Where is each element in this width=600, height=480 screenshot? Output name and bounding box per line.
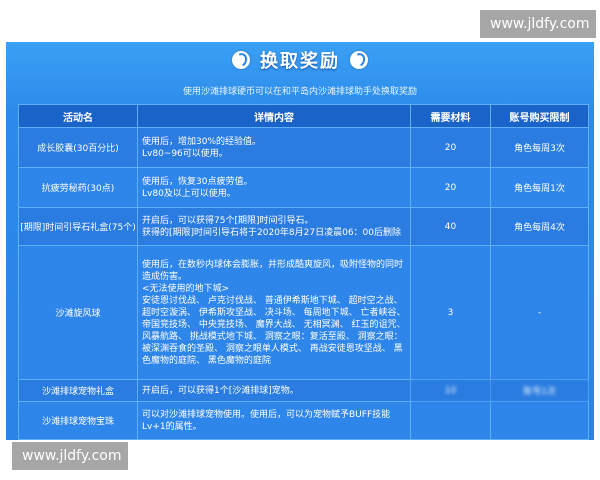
header-activity-name: 活动名: [18, 104, 138, 128]
row-limit: 账号1次: [490, 379, 589, 402]
title-row: 换取奖励: [6, 42, 594, 78]
row-name: 沙滩排球宠物礼盒: [18, 379, 138, 402]
exchange-reward-panel: 换取奖励 使用沙滩排球硬币可以在和平岛内沙滩排球助手处换取奖励 活动名 详情内容…: [6, 42, 594, 440]
row-limit: 角色每周3次: [490, 127, 589, 168]
row-limit: 角色每周1次: [490, 167, 589, 208]
page-title: 换取奖励: [260, 51, 340, 72]
table-row: 沙滩排球宠物礼盒 开启后，可以获得1个[沙滩排球]宠物。 10 账号1次: [18, 379, 589, 402]
table-row: 沙滩旋风球 使用后，在数秒内球体会膨胀，并形成酷爽旋风，吸附怪物的同时 造成伤害…: [18, 245, 589, 380]
table-row: 抗疲劳秘药(30点) 使用后，恢复30点疲劳值。 Lv80及以上可以使用。 20…: [18, 167, 589, 208]
reward-table: 活动名 详情内容 需要材料 账号购买限制 成长胶囊(30百分比) 使用后，增加3…: [18, 104, 589, 440]
header-limit: 账号购买限制: [490, 104, 589, 128]
watermark-bottom: www.jldfy.com: [12, 442, 128, 470]
subtitle: 使用沙滩排球硬币可以在和平岛内沙滩排球助手处换取奖励: [182, 87, 417, 97]
row-material: 10: [410, 379, 491, 402]
table-row: 沙滩排球宠物宝珠 可以对沙滩排球宠物使用。使用后，可以为宠物赋予BUFF技能 L…: [18, 401, 589, 440]
row-details: 开启后，可以获得1个[沙滩排球]宠物。: [137, 379, 411, 402]
row-material: [410, 401, 491, 440]
volleyball-icon: [350, 51, 368, 69]
row-details: 使用后，恢复30点疲劳值。 Lv80及以上可以使用。: [137, 167, 411, 208]
row-details: 使用后，在数秒内球体会膨胀，并形成酷爽旋风，吸附怪物的同时 造成伤害。 <无法使…: [137, 245, 411, 380]
table-row: [期限]时间引导石礼盒(75个) 开启后，可以获得75个[期限]时间引导石。 获…: [18, 207, 589, 246]
row-material: 20: [410, 127, 491, 168]
row-material: 3: [410, 245, 491, 380]
row-limit: 角色每周4次: [490, 207, 589, 246]
table-row: 成长胶囊(30百分比) 使用后，增加30%的经验值。 Lv80~96可以使用。 …: [18, 127, 589, 168]
row-material: 20: [410, 167, 491, 208]
header-material: 需要材料: [410, 104, 491, 128]
row-name: [期限]时间引导石礼盒(75个): [18, 207, 138, 246]
row-details: 使用后，增加30%的经验值。 Lv80~96可以使用。: [137, 127, 411, 168]
header-details: 详情内容: [137, 104, 411, 128]
row-limit: [490, 401, 589, 440]
row-details: 开启后，可以获得75个[期限]时间引导石。 获得的[期限]时间引导石将于2020…: [137, 207, 411, 246]
row-details: 可以对沙滩排球宠物使用。使用后，可以为宠物赋予BUFF技能 Lv+1的属性。: [137, 401, 411, 440]
table-header-row: 活动名 详情内容 需要材料 账号购买限制: [18, 104, 589, 128]
row-limit: -: [490, 245, 589, 380]
volleyball-icon: [232, 51, 250, 69]
row-material: 40: [410, 207, 491, 246]
row-name: 沙滩排球宠物宝珠: [18, 401, 138, 440]
row-name: 成长胶囊(30百分比): [18, 127, 138, 168]
row-name: 抗疲劳秘药(30点): [18, 167, 138, 208]
watermark-top: www.jldfy.com: [480, 10, 596, 38]
row-name: 沙滩旋风球: [18, 245, 138, 380]
